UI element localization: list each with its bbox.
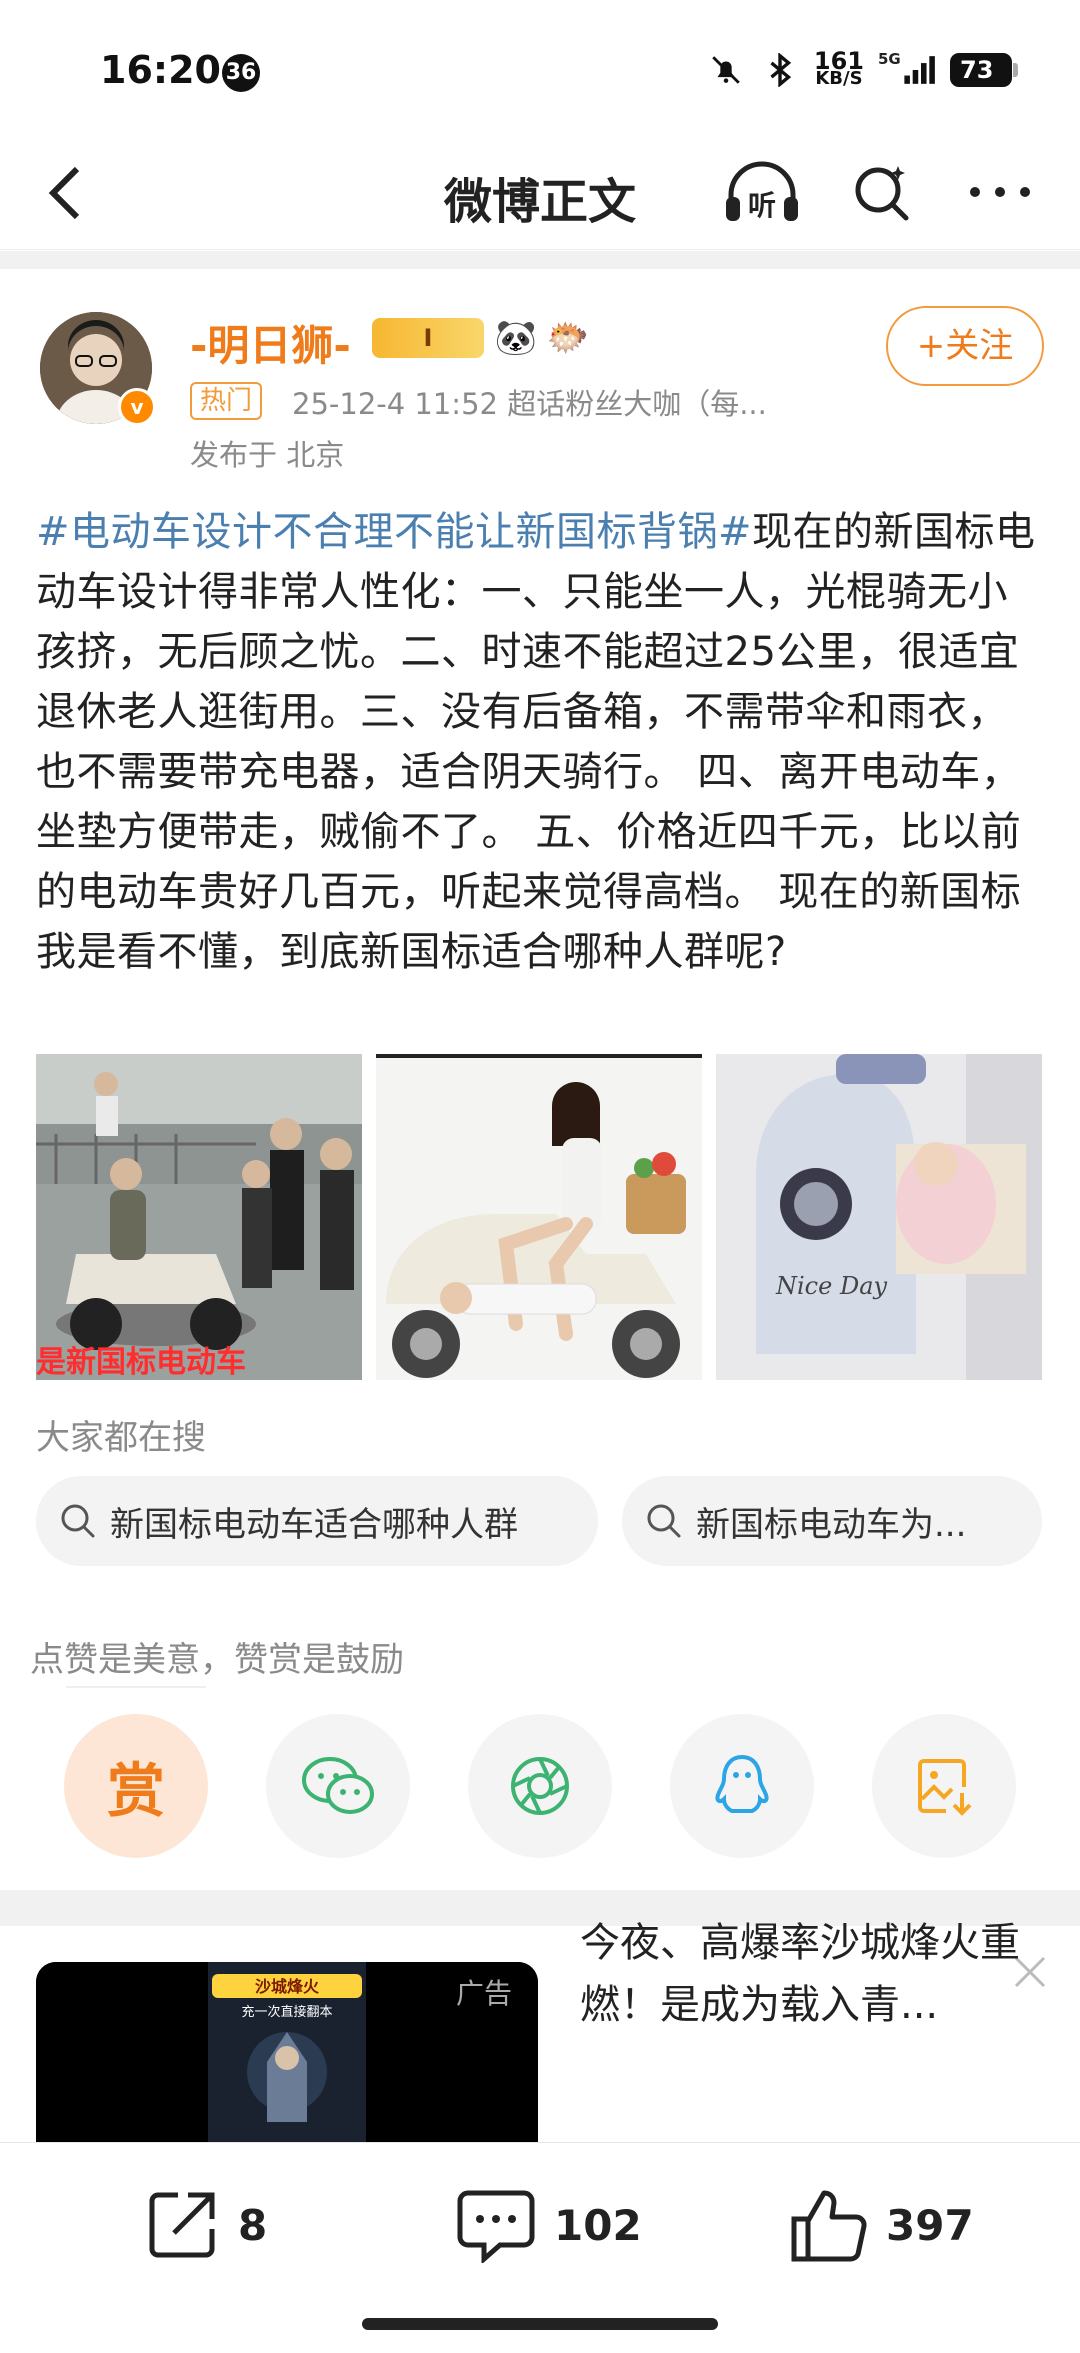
notification-count-badge: 36 — [222, 54, 260, 92]
like-count: 397 — [886, 2200, 974, 2250]
ad-text[interactable]: 今夜、高爆率沙城烽火重燃！是成为载入青... — [580, 1912, 1050, 2036]
search-section-title: 大家都在搜 — [36, 1418, 206, 1458]
panda-emoji-badge: 🐼 — [494, 318, 538, 358]
status-time: 16:20 — [100, 48, 221, 92]
more-dots-icon — [970, 187, 1030, 197]
comment-button[interactable]: 102 — [456, 2185, 642, 2265]
vip-badge: I — [372, 318, 484, 358]
back-button[interactable] — [30, 158, 100, 228]
search-chip-2[interactable]: 新国标电动车为... — [622, 1476, 1042, 1566]
headphones-icon: 听 — [726, 161, 798, 222]
ad-poster-subtitle: 充一次直接翻本 — [241, 2004, 332, 2020]
nav-bar: 微博正文 听 — [0, 140, 1080, 250]
post-image-3[interactable]: Nice Day — [716, 1054, 1042, 1380]
save-image-icon — [918, 1759, 972, 1816]
image-caption-2: Nice Day — [775, 1272, 888, 1300]
ad-label: 广告 — [456, 1977, 513, 2010]
post-location: 发布于 北京 — [190, 438, 345, 472]
net-speed-unit: KB/S — [815, 68, 863, 89]
pufferfish-emoji-badge: 🐡 — [546, 318, 590, 358]
image-caption: 是新国标电动车 — [36, 1345, 246, 1380]
listen-label: 听 — [748, 189, 776, 222]
search-icon — [56, 1499, 100, 1543]
verified-badge: v — [118, 388, 156, 426]
hot-tag: 热门 — [190, 382, 263, 420]
section-divider — [0, 251, 1080, 269]
post-body: 现在的新国标电动车设计得非常人性化：一、只能坐一人，光棍骑无小孩挤，无后顾之忧。… — [36, 509, 1036, 975]
listen-button[interactable]: 听 — [722, 152, 802, 232]
search-chip-1[interactable]: 新国标电动车适合哪种人群 — [36, 1476, 598, 1566]
share-qq-button[interactable] — [670, 1714, 814, 1858]
chevron-left-icon — [48, 166, 80, 220]
post-image-2[interactable] — [376, 1054, 702, 1380]
share-wechat-button[interactable] — [266, 1714, 410, 1858]
mute-bell-icon — [706, 50, 746, 90]
battery-indicator: 73 — [950, 53, 1018, 87]
search-chip-label: 新国标电动车适合哪种人群 — [110, 1504, 518, 1545]
reward-hint: 点赞是美意，赞赏是鼓励 — [30, 1640, 404, 1680]
share-arrow-icon — [149, 2192, 215, 2258]
more-button[interactable] — [960, 152, 1040, 232]
moments-aperture-icon — [511, 1757, 569, 1815]
reward-button[interactable]: 赏 — [64, 1714, 208, 1858]
search-chip-label: 新国标电动车为... — [696, 1504, 967, 1545]
wechat-icon — [302, 1757, 374, 1814]
post-image-1[interactable]: 是新国标电动车 — [36, 1054, 362, 1380]
status-icons: 161 KB/S 5G 73 — [706, 46, 1018, 94]
signal-5g-icon: 5G — [878, 50, 936, 90]
comment-count: 102 — [554, 2200, 642, 2250]
status-bar: 16:20 36 161 KB/S 5G 73 — [0, 0, 1080, 140]
post-meta: 25-12-4 11:52 超话粉丝大咖（每... — [292, 387, 767, 421]
thumbs-up-icon — [791, 2190, 867, 2262]
qq-penguin-icon — [715, 1754, 769, 1813]
search-icon — [855, 166, 909, 221]
bluetooth-icon — [760, 50, 800, 90]
ad-poster-title: 沙城烽火 — [255, 1977, 320, 1996]
search-icon — [642, 1499, 686, 1543]
share-moments-button[interactable] — [468, 1714, 612, 1858]
comment-bubble-icon — [457, 2190, 535, 2263]
repost-count: 8 — [238, 2200, 268, 2250]
repost-button[interactable]: 8 — [144, 2185, 267, 2265]
home-indicator[interactable] — [362, 2318, 718, 2330]
follow-button[interactable]: +关注 — [886, 306, 1044, 386]
search-button[interactable] — [842, 152, 922, 232]
like-button[interactable]: 397 — [790, 2185, 974, 2265]
network-label: 5G — [878, 50, 901, 68]
net-speed-indicator: 161 KB/S — [814, 49, 864, 89]
post-text: #电动车设计不合理不能让新国标背锅#现在的新国标电动车设计得非常人性化：一、只能… — [36, 502, 1046, 982]
save-image-button[interactable] — [872, 1714, 1016, 1858]
post-hashtag[interactable]: #电动车设计不合理不能让新国标背锅# — [36, 509, 752, 555]
author-name[interactable]: -明日狮- — [190, 312, 351, 373]
divider — [66, 1686, 206, 1688]
